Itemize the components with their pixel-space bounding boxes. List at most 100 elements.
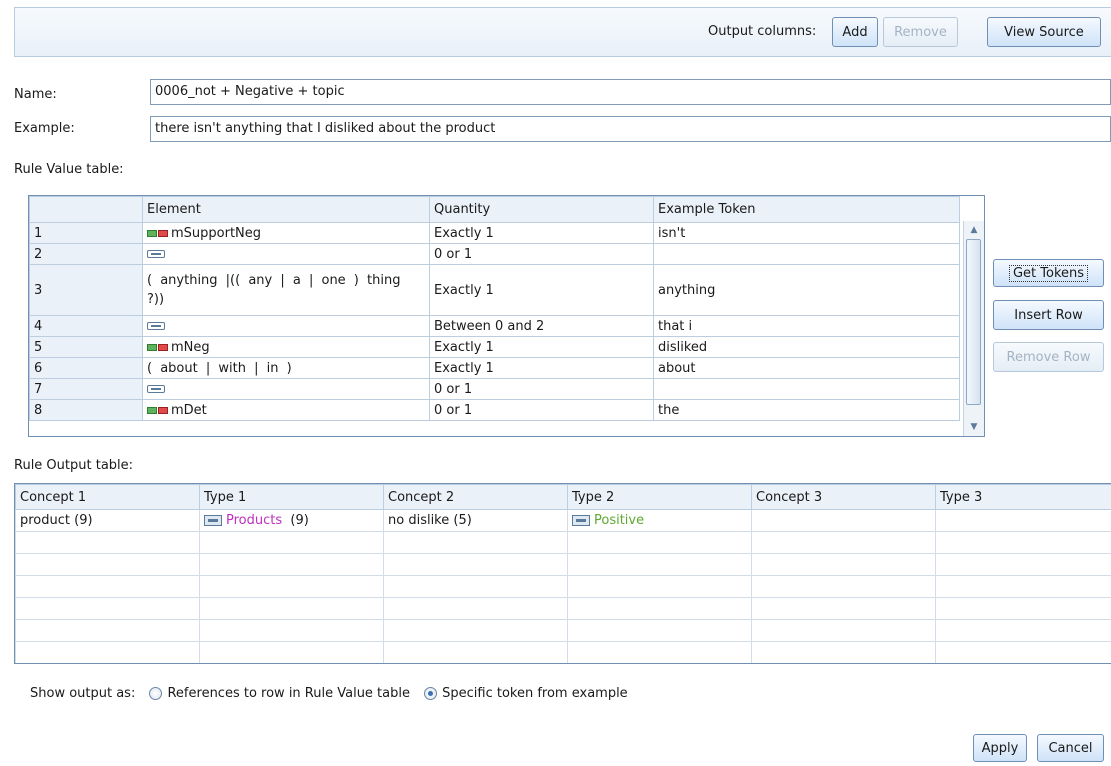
scroll-down-arrow-icon[interactable]: ▼ [965, 420, 983, 434]
insert-row-button[interactable]: Insert Row [993, 300, 1104, 330]
empty-cell[interactable] [15, 619, 200, 642]
view-source-button[interactable]: View Source [987, 17, 1101, 47]
empty-cell[interactable] [567, 575, 752, 598]
table-row[interactable]: 4 Between 0 and 2 that i [29, 315, 960, 337]
empty-cell[interactable] [199, 531, 384, 554]
table-row[interactable] [15, 619, 1111, 642]
radio-icon[interactable] [149, 687, 163, 700]
empty-cell[interactable] [751, 619, 936, 642]
table-row[interactable]: 2 0 or 1 [29, 243, 960, 265]
element-cell[interactable]: ( anything |(( any | a | one ) thing ?)) [142, 264, 430, 316]
concept-2-cell[interactable]: no dislike (5) [383, 509, 568, 532]
concept-1-cell[interactable]: product (9) [15, 509, 200, 532]
column-header-type-2[interactable]: Type 2 [567, 484, 752, 510]
quantity-cell[interactable]: 0 or 1 [429, 378, 654, 400]
add-column-button[interactable]: Add [832, 17, 878, 47]
table-row[interactable]: 3 ( anything |(( any | a | one ) thing ?… [29, 264, 960, 316]
empty-cell[interactable] [935, 597, 1111, 620]
quantity-cell[interactable]: Exactly 1 [429, 222, 654, 244]
empty-cell[interactable] [567, 531, 752, 554]
remove-column-button[interactable]: Remove [883, 17, 958, 47]
type-1-cell[interactable]: Products (9) [199, 509, 384, 532]
quantity-cell[interactable]: Exactly 1 [429, 264, 654, 316]
element-cell[interactable]: mNeg [142, 336, 430, 358]
token-cell[interactable]: anything [653, 264, 960, 316]
table-row[interactable]: 1 mSupportNeg Exactly 1 isn't [29, 222, 960, 244]
quantity-cell[interactable]: Exactly 1 [429, 357, 654, 379]
scrollbar-thumb[interactable] [966, 239, 981, 405]
empty-cell[interactable] [383, 597, 568, 620]
table-row[interactable]: 8 mDet 0 or 1 the [29, 399, 960, 421]
element-cell[interactable] [142, 378, 430, 400]
quantity-cell[interactable]: 0 or 1 [429, 243, 654, 265]
empty-cell[interactable] [751, 597, 936, 620]
get-tokens-button[interactable]: Get Tokens [993, 259, 1104, 287]
empty-cell[interactable] [751, 531, 936, 554]
remove-row-button[interactable]: Remove Row [993, 342, 1104, 372]
token-cell[interactable]: that i [653, 315, 960, 337]
empty-cell[interactable] [751, 575, 936, 598]
column-header-element[interactable]: Element [142, 196, 430, 223]
token-cell[interactable]: the [653, 399, 960, 421]
empty-cell[interactable] [383, 553, 568, 576]
empty-cell[interactable] [199, 597, 384, 620]
empty-cell[interactable] [751, 641, 936, 663]
empty-cell[interactable] [15, 553, 200, 576]
empty-cell[interactable] [199, 553, 384, 576]
empty-cell[interactable] [383, 619, 568, 642]
vertical-scrollbar[interactable]: ▲ ▼ [963, 221, 984, 436]
empty-cell[interactable] [567, 597, 752, 620]
empty-cell[interactable] [15, 641, 200, 663]
empty-cell[interactable] [383, 641, 568, 663]
column-header-concept-2[interactable]: Concept 2 [383, 484, 568, 510]
element-cell[interactable]: mDet [142, 399, 430, 421]
quantity-cell[interactable]: Exactly 1 [429, 336, 654, 358]
empty-cell[interactable] [935, 575, 1111, 598]
token-cell[interactable] [653, 243, 960, 265]
column-header-concept-1[interactable]: Concept 1 [15, 484, 200, 510]
table-row[interactable] [15, 531, 1111, 554]
empty-cell[interactable] [751, 553, 936, 576]
option-references-radio[interactable]: References to row in Rule Value table [149, 686, 410, 701]
empty-cell[interactable] [935, 531, 1111, 554]
token-cell[interactable]: about [653, 357, 960, 379]
empty-cell[interactable] [383, 575, 568, 598]
empty-cell[interactable] [935, 619, 1111, 642]
empty-cell[interactable] [567, 553, 752, 576]
apply-button[interactable]: Apply [973, 734, 1027, 762]
table-row[interactable]: 5 mNeg Exactly 1 disliked [29, 336, 960, 358]
column-header-quantity[interactable]: Quantity [429, 196, 654, 223]
token-cell[interactable]: disliked [653, 336, 960, 358]
example-field[interactable]: there isn't anything that I disliked abo… [150, 116, 1111, 142]
option-specific-token-radio[interactable]: Specific token from example [424, 686, 628, 701]
name-field[interactable]: 0006_not + Negative + topic [150, 79, 1111, 105]
table-row[interactable] [15, 553, 1111, 576]
empty-cell[interactable] [935, 553, 1111, 576]
concept-3-cell[interactable] [751, 509, 936, 532]
empty-cell[interactable] [383, 531, 568, 554]
type-2-cell[interactable]: Positive [567, 509, 752, 532]
empty-cell[interactable] [199, 575, 384, 598]
empty-cell[interactable] [199, 641, 384, 663]
scroll-up-arrow-icon[interactable]: ▲ [965, 223, 983, 237]
column-header-type-1[interactable]: Type 1 [199, 484, 384, 510]
empty-cell[interactable] [199, 619, 384, 642]
table-row[interactable] [15, 575, 1111, 598]
element-cell[interactable] [142, 243, 430, 265]
table-row[interactable]: 6 ( about | with | in ) Exactly 1 about [29, 357, 960, 379]
quantity-cell[interactable]: Between 0 and 2 [429, 315, 654, 337]
token-cell[interactable] [653, 378, 960, 400]
empty-cell[interactable] [935, 641, 1111, 663]
element-cell[interactable] [142, 315, 430, 337]
radio-selected-icon[interactable] [424, 687, 438, 700]
table-row[interactable]: 7 0 or 1 [29, 378, 960, 400]
table-row[interactable] [15, 641, 1111, 663]
column-header-example-token[interactable]: Example Token [653, 196, 960, 223]
type-3-cell[interactable] [935, 509, 1111, 532]
quantity-cell[interactable]: 0 or 1 [429, 399, 654, 421]
empty-cell[interactable] [15, 531, 200, 554]
empty-cell[interactable] [15, 575, 200, 598]
table-row[interactable] [15, 597, 1111, 620]
element-cell[interactable]: mSupportNeg [142, 222, 430, 244]
token-cell[interactable]: isn't [653, 222, 960, 244]
